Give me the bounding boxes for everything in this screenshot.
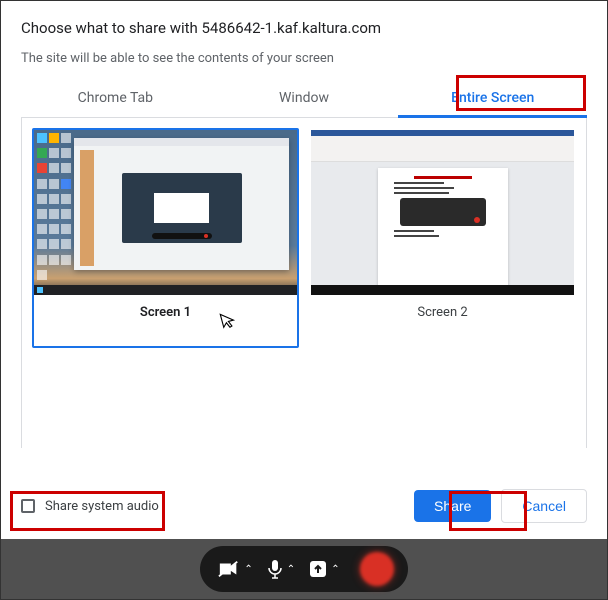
recording-toolbar: ⌃ ⌃ ⌃	[1, 539, 607, 599]
record-button[interactable]	[360, 552, 394, 586]
chevron-up-icon: ⌃	[331, 564, 339, 575]
dialog-title: Choose what to share with 5486642-1.kaf.…	[21, 19, 587, 37]
cancel-button[interactable]: Cancel	[501, 489, 587, 523]
chevron-up-icon: ⌃	[244, 564, 252, 575]
checkbox-box	[21, 499, 35, 513]
dialog-footer: Share system audio Share Cancel	[21, 489, 587, 523]
share-screen-dialog: Choose what to share with 5486642-1.kaf.…	[1, 1, 607, 541]
screen-card-1[interactable]: Screen 1	[32, 128, 299, 348]
screen-card-2[interactable]: Screen 2	[309, 128, 576, 348]
screen-label-2: Screen 2	[311, 295, 574, 330]
screen-label-1: Screen 1	[34, 295, 297, 330]
screen-thumbnail-1	[34, 130, 297, 295]
tab-bar: Chrome Tab Window Entire Screen	[21, 80, 587, 118]
screen-share-toggle[interactable]: ⌃	[309, 560, 339, 578]
share-button[interactable]: Share	[414, 490, 491, 522]
tab-window[interactable]: Window	[210, 80, 399, 117]
mic-toggle[interactable]: ⌃	[267, 559, 295, 579]
dialog-buttons: Share Cancel	[414, 489, 587, 523]
screen-thumbnail-2	[311, 130, 574, 295]
control-pill: ⌃ ⌃ ⌃	[200, 546, 407, 592]
spacer	[21, 358, 587, 448]
chevron-up-icon: ⌃	[287, 564, 295, 575]
share-audio-label: Share system audio	[45, 499, 159, 514]
camera-toggle[interactable]: ⌃	[218, 560, 252, 578]
tab-chrome-tab[interactable]: Chrome Tab	[21, 80, 210, 117]
dialog-subtitle: The site will be able to see the content…	[21, 51, 587, 66]
tab-entire-screen[interactable]: Entire Screen	[398, 80, 587, 117]
screens-list: Screen 1	[21, 118, 587, 358]
share-audio-checkbox[interactable]: Share system audio	[21, 499, 159, 514]
